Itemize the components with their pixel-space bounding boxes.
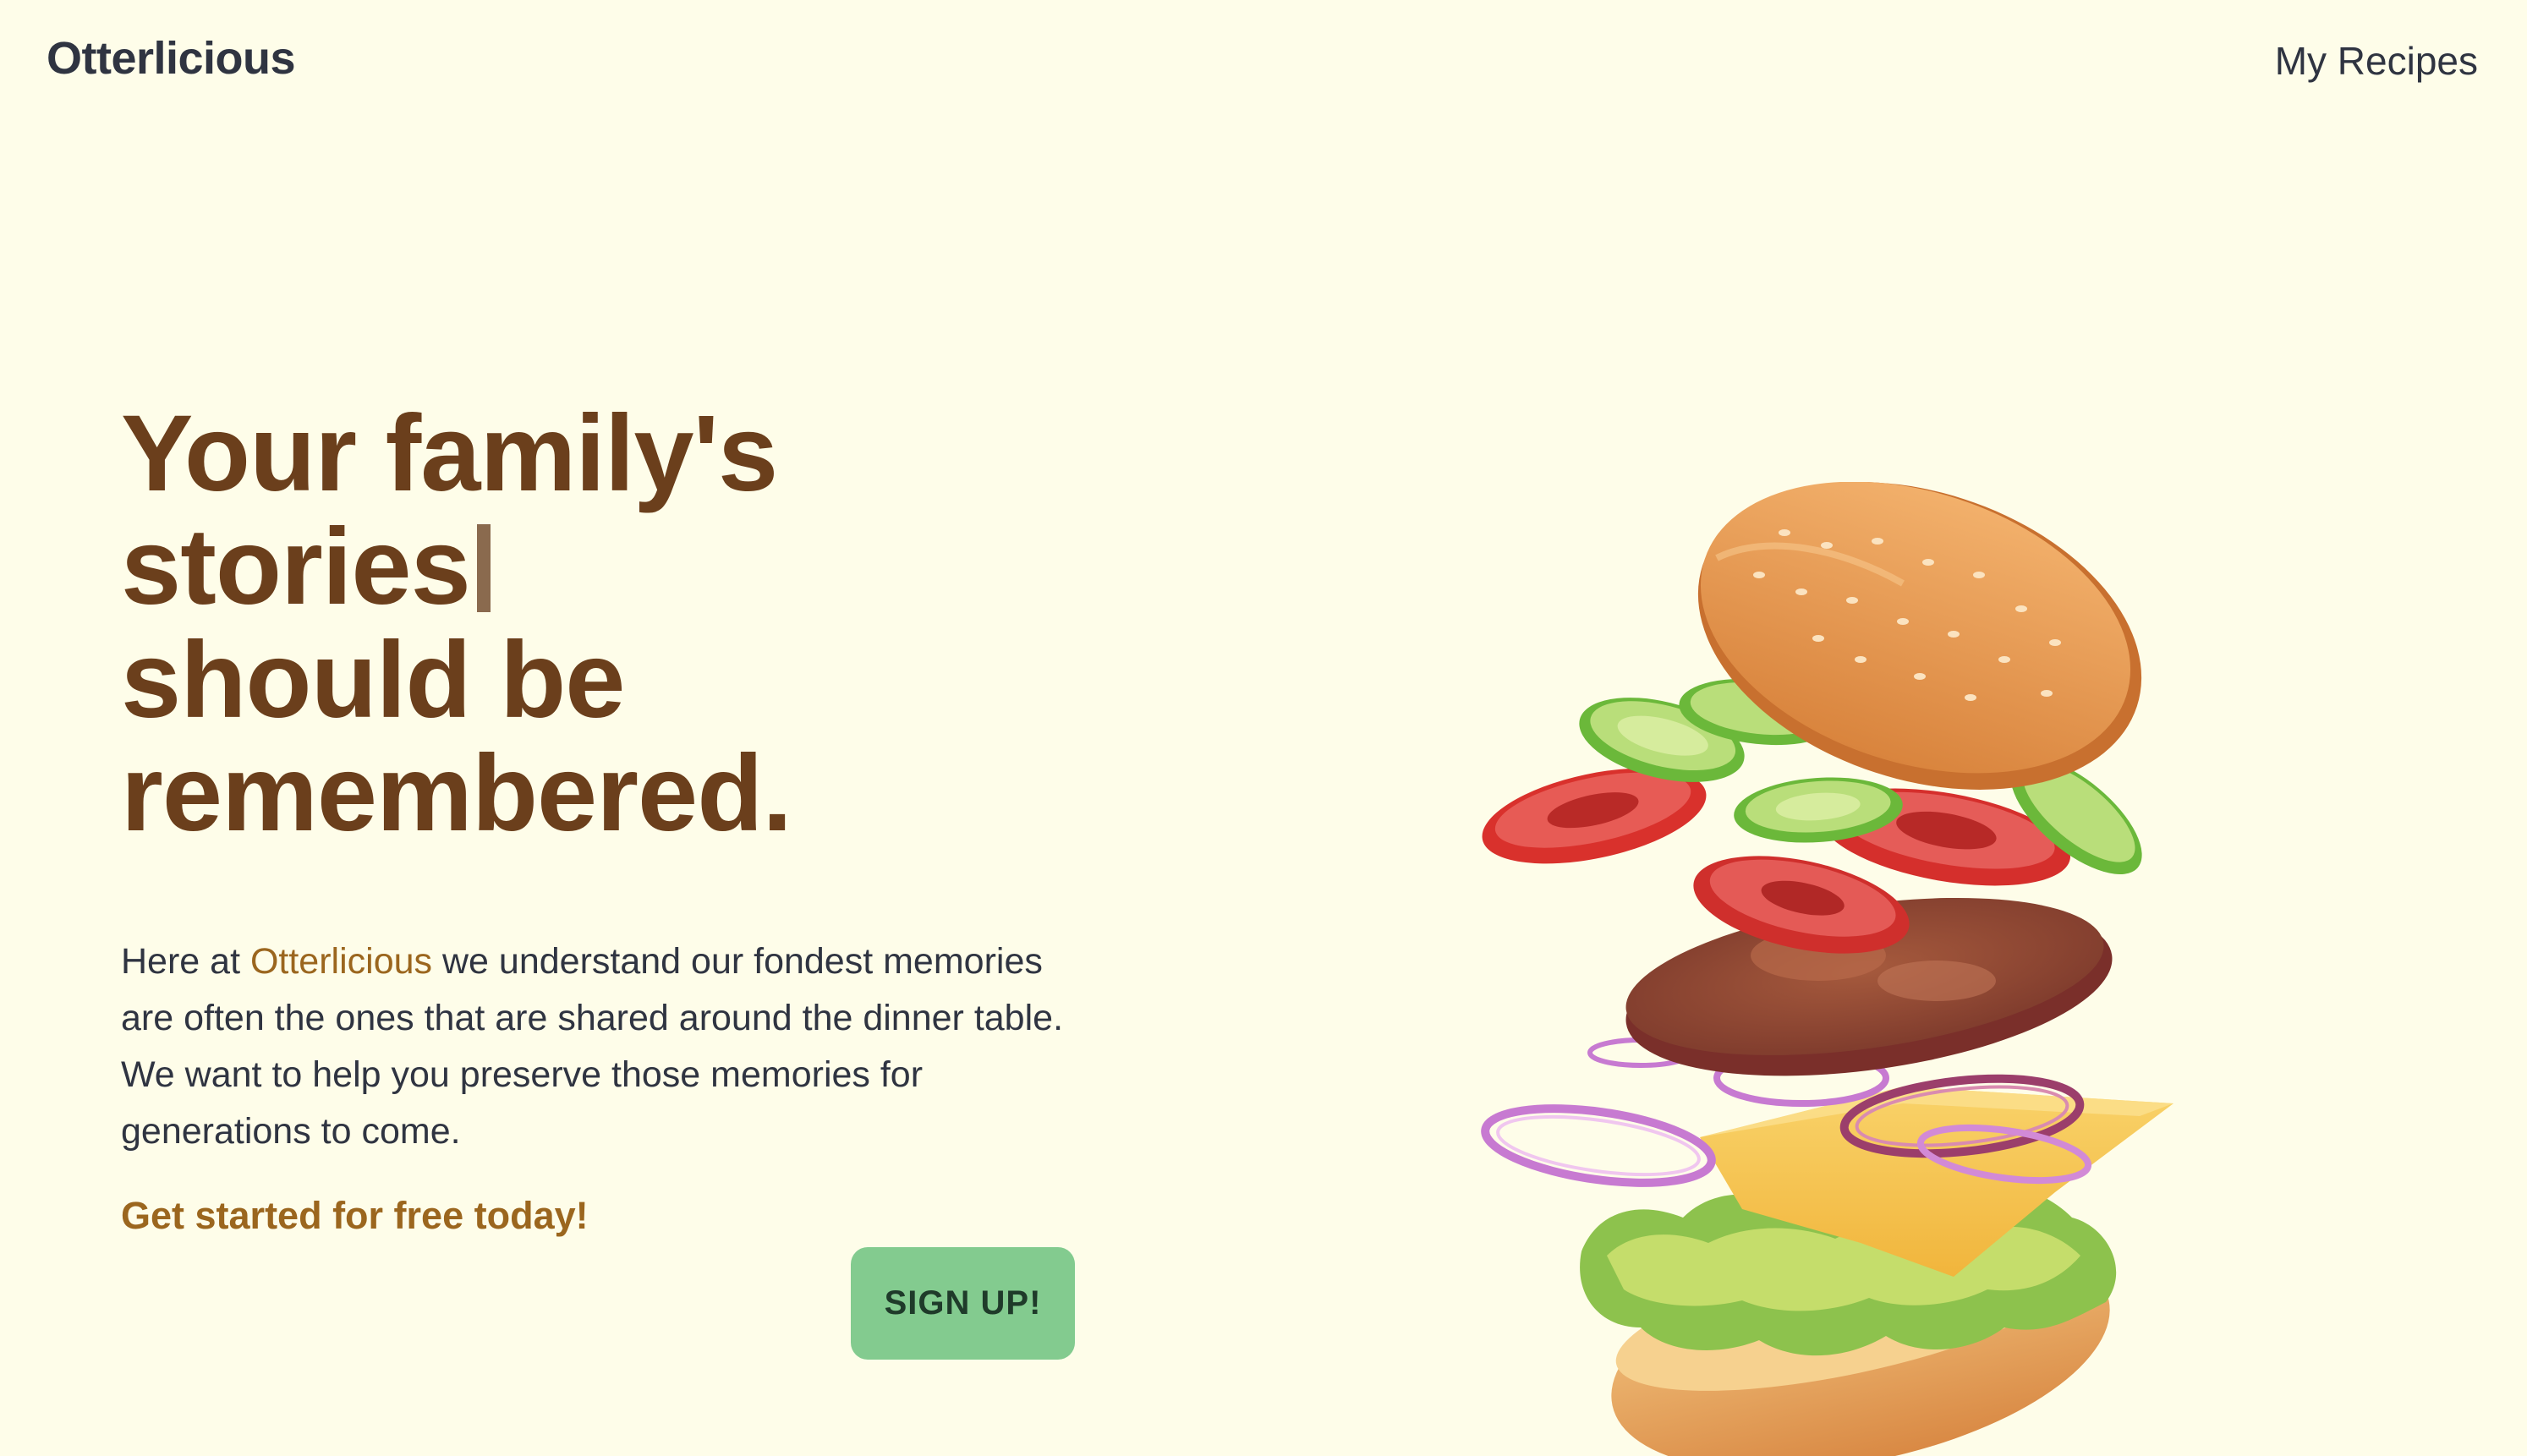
headline-line-2: stories	[121, 511, 1136, 624]
hero-intro-paragraph: Here at Otterlicious we understand our f…	[121, 933, 1085, 1160]
intro-brand-highlight: Otterlicious	[249, 941, 433, 982]
get-started-text: Get started for free today!	[121, 1194, 589, 1237]
typing-cursor	[476, 524, 491, 612]
hero-headline: Your family's stories should be remember…	[121, 397, 1136, 851]
hero-section: Your family's stories should be remember…	[121, 397, 1136, 851]
brand-logo-link[interactable]: Otterlicious	[47, 32, 296, 85]
burger-illustration	[1481, 482, 2173, 1456]
headline-line-3: should be	[121, 620, 625, 741]
intro-text-start: Here at	[121, 941, 250, 982]
headline-line-2-text: stories	[121, 506, 471, 627]
top-navigation: Otterlicious My Recipes	[0, 0, 2527, 127]
headline-line-4: remembered.	[121, 733, 792, 854]
sign-up-button[interactable]: SIGN UP!	[851, 1247, 1075, 1360]
headline-line-1: Your family's	[121, 393, 778, 514]
top-bun-shape	[1697, 482, 2142, 790]
my-recipes-link[interactable]: My Recipes	[2275, 38, 2478, 84]
